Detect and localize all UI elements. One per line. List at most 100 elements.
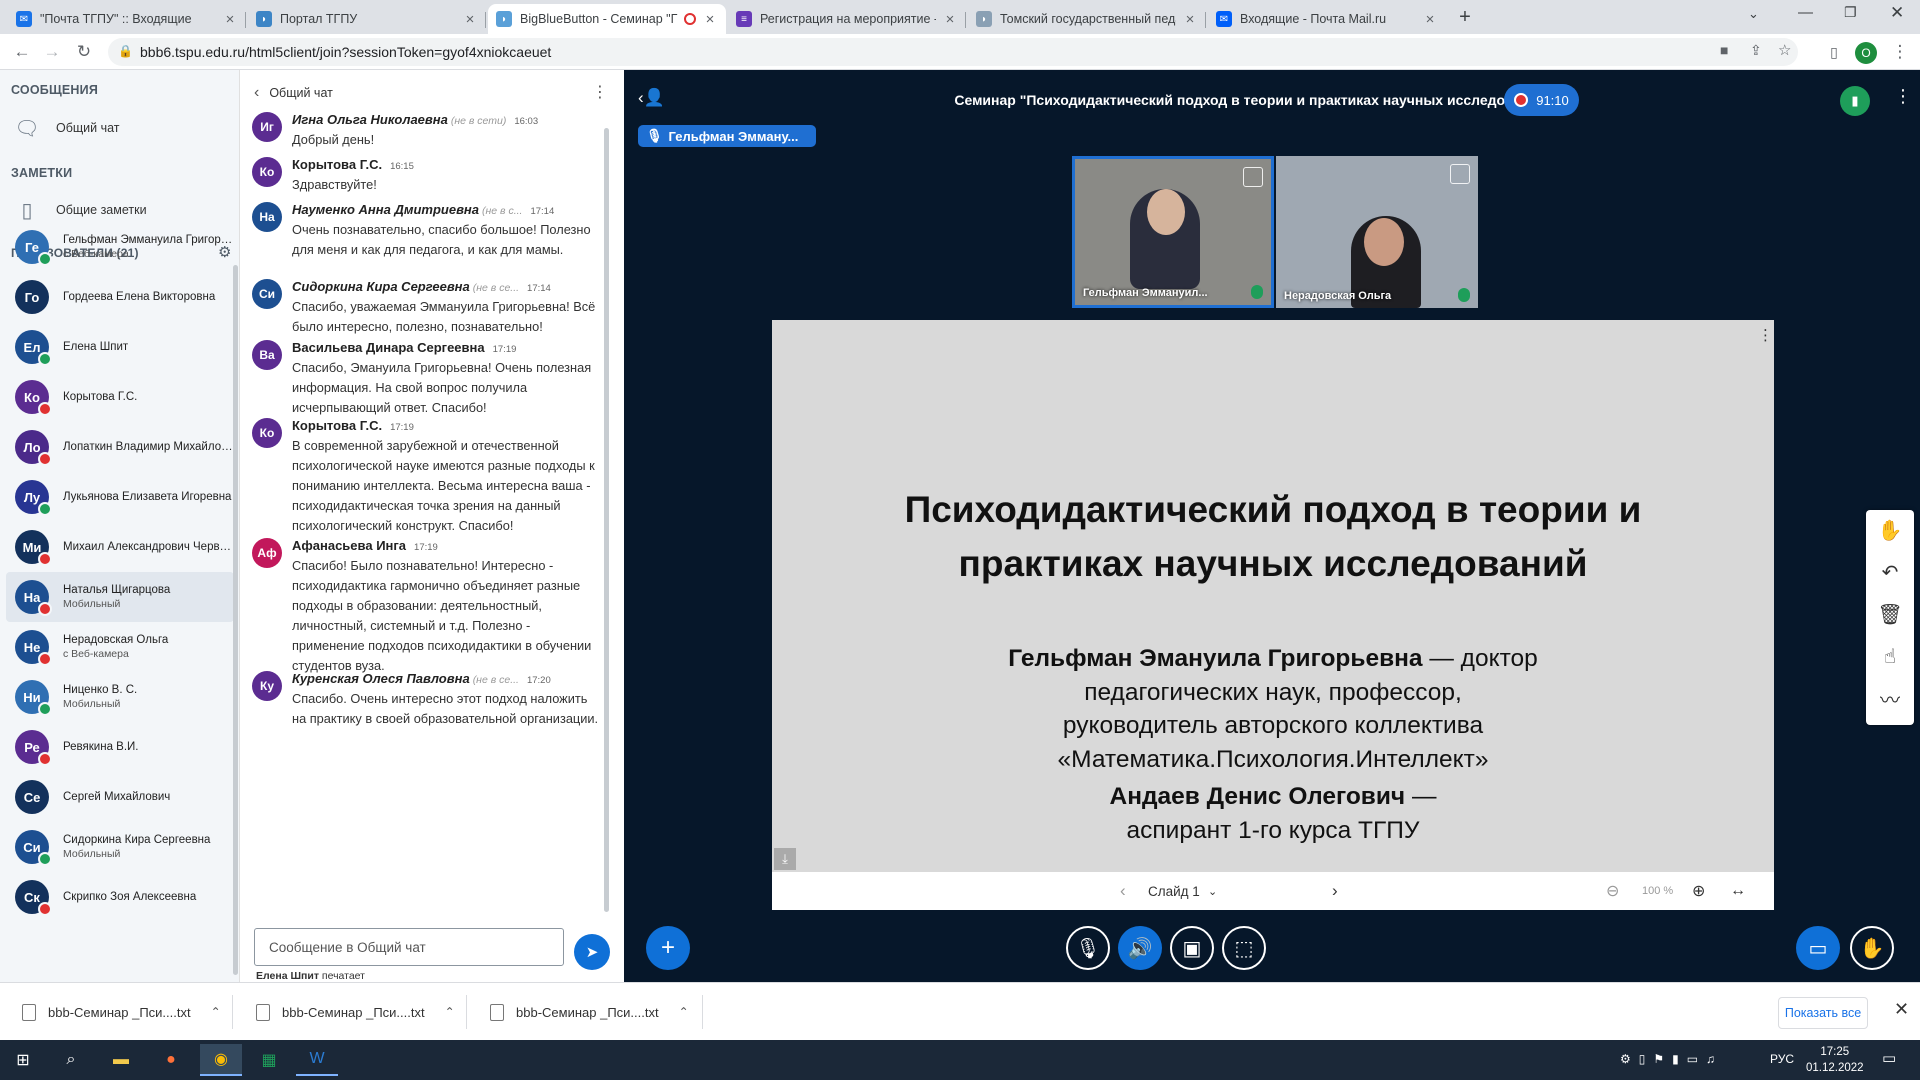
back-icon[interactable]: ← xyxy=(10,40,34,64)
chat-scrollbar[interactable] xyxy=(604,128,609,912)
file-explorer-icon[interactable]: ▬ xyxy=(100,1044,142,1076)
user-list-item[interactable]: Ел Елена Шпит xyxy=(6,322,234,372)
tab-search-icon[interactable]: ⌄ xyxy=(1748,6,1759,22)
show-all-downloads-button[interactable]: Показать все xyxy=(1778,997,1868,1029)
user-list-item[interactable]: Лу Лукьянова Елизавета Игоревна xyxy=(6,472,234,522)
user-list-item[interactable]: Не Нерадовская Ольга с Веб-камера xyxy=(6,622,234,672)
firefox-icon[interactable]: ● xyxy=(150,1044,192,1076)
slide-options-icon[interactable]: ⋮ xyxy=(1758,326,1773,344)
user-list-item[interactable]: На Наталья Щигарцова Мобильный xyxy=(6,572,234,622)
address-bar[interactable]: 🔒 bbb6.tspu.edu.ru/html5client/join?sess… xyxy=(108,38,1798,66)
recording-time: 91:10 xyxy=(1536,92,1569,108)
reload-icon[interactable]: ↻ xyxy=(72,40,96,64)
user-list-item[interactable]: Ло Лопаткин Владимир Михайлов... xyxy=(6,422,234,472)
system-clock[interactable]: 17:25 01.12.2022 xyxy=(1806,1044,1864,1076)
pencil-line-icon[interactable]: 〰 xyxy=(1878,686,1902,712)
presentation-toggle-button[interactable]: ▭ xyxy=(1796,926,1840,970)
chevron-left-icon[interactable]: ‹ xyxy=(254,84,259,102)
chevron-down-icon[interactable]: ⌄ xyxy=(1208,885,1217,898)
minimize-window-icon[interactable]: — xyxy=(1798,4,1813,21)
close-tab-icon[interactable]: × xyxy=(1422,11,1438,28)
download-item[interactable]: bbb-Семинар _Пси....txt ⌃ xyxy=(22,983,221,1041)
share-screen-button[interactable]: ⬚ xyxy=(1222,926,1266,970)
download-item[interactable]: bbb-Семинар _Пси....txt ⌃ xyxy=(256,983,455,1041)
browser-tab[interactable]: ✉ "Почта ТГПУ" :: Входящие × xyxy=(8,4,246,34)
user-list-item[interactable]: Се Сергей Михайлович xyxy=(6,772,234,822)
close-tab-icon[interactable]: × xyxy=(222,11,238,28)
undo-icon[interactable]: ↶ xyxy=(1878,560,1902,584)
options-menu-icon[interactable]: ⋮ xyxy=(1894,86,1912,107)
actions-plus-button[interactable]: + xyxy=(646,926,690,970)
zoom-in-icon[interactable]: ⊕ xyxy=(1692,881,1705,901)
hand-pan-icon[interactable]: ✋ xyxy=(1878,518,1903,542)
public-chat-item[interactable]: 🗨 Общий чат xyxy=(14,115,119,141)
multi-user-icon[interactable]: ☝ xyxy=(1878,644,1902,668)
previous-slide-icon[interactable]: ‹ xyxy=(1120,881,1126,901)
send-message-button[interactable]: ➤ xyxy=(574,934,610,970)
shared-notes-item[interactable]: ▯ Общие заметки xyxy=(14,197,146,223)
close-tab-icon[interactable]: × xyxy=(462,11,478,28)
fit-width-icon[interactable]: ↔ xyxy=(1730,882,1746,900)
side-panel-icon[interactable]: ▯ xyxy=(1822,40,1846,64)
raise-hand-button[interactable]: ✋ xyxy=(1850,926,1894,970)
user-list-item[interactable]: Ми Михаил Александрович Черво... xyxy=(6,522,234,572)
next-slide-icon[interactable]: › xyxy=(1332,881,1338,901)
excel-icon[interactable]: ▦ xyxy=(248,1044,290,1076)
typing-suffix: печатает xyxy=(318,970,365,982)
close-downloads-icon[interactable]: ✕ xyxy=(1894,999,1909,1020)
chat-header[interactable]: ‹ Общий чат xyxy=(254,84,333,102)
user-list-item[interactable]: Ни Ниценко В. С. Мобильный xyxy=(6,672,234,722)
chat-message-input[interactable]: Сообщение в Общий чат xyxy=(254,928,564,966)
leave-audio-button[interactable]: 🔊 xyxy=(1118,926,1162,970)
search-icon[interactable]: ⌕ xyxy=(50,1044,92,1076)
notifications-icon[interactable]: ▭ xyxy=(1882,1049,1896,1067)
webcam-video-tile[interactable]: Гельфман Эммануил... xyxy=(1072,156,1274,308)
close-window-icon[interactable]: ✕ xyxy=(1890,3,1904,23)
download-item[interactable]: bbb-Семинар _Пси....txt ⌃ xyxy=(490,983,689,1041)
new-tab-button[interactable]: + xyxy=(1452,6,1478,32)
recording-button[interactable]: 91:10 xyxy=(1504,84,1579,116)
user-list-item[interactable]: Ко Корытова Г.С. xyxy=(6,372,234,422)
share-webcam-button[interactable]: ▣ xyxy=(1170,926,1214,970)
connection-status-icon[interactable]: ▮ xyxy=(1840,86,1870,116)
fullscreen-icon[interactable] xyxy=(1243,167,1263,187)
user-list-item[interactable]: Го Гордеева Елена Викторовна xyxy=(6,272,234,322)
browser-menu-icon[interactable]: ⋮ xyxy=(1888,40,1912,64)
close-tab-icon[interactable]: × xyxy=(1182,11,1198,28)
browser-tab[interactable]: ◗ Портал ТГПУ × xyxy=(248,4,486,34)
browser-tab[interactable]: ≡ Регистрация на мероприятие - × xyxy=(728,4,966,34)
slide-selector[interactable]: Слайд 1 xyxy=(1148,884,1200,899)
profile-avatar[interactable]: O xyxy=(1855,42,1877,64)
zoom-out-icon[interactable]: ⊖ xyxy=(1606,881,1619,901)
restore-window-icon[interactable]: ❐ xyxy=(1844,4,1857,21)
user-list-item[interactable]: Ге Гельфман Эммануила Григорь... с Веб-кам… xyxy=(6,222,234,272)
user-list-item[interactable]: Ск Скрипко Зоя Алексеевна xyxy=(6,872,234,922)
browser-tab[interactable]: ✉ Входящие - Почта Mail.ru × xyxy=(1208,4,1446,34)
clear-trash-icon[interactable]: 🗑 xyxy=(1877,602,1902,626)
chevron-up-icon[interactable]: ⌃ xyxy=(211,1005,221,1019)
user-list-item[interactable]: Ре Ревякина В.И. xyxy=(6,722,234,772)
browser-tab-active[interactable]: ◗ BigBlueButton - Семинар "Г × xyxy=(488,4,726,34)
fullscreen-icon[interactable] xyxy=(1450,164,1470,184)
toggle-user-list-icon[interactable]: ‹👤 xyxy=(638,88,665,108)
chat-options-icon[interactable]: ⋮ xyxy=(592,82,608,102)
share-icon[interactable]: ⇪ xyxy=(1750,42,1762,59)
mute-mic-button[interactable]: 🎙 xyxy=(1066,926,1110,970)
chevron-up-icon[interactable]: ⌃ xyxy=(445,1005,455,1019)
chevron-up-icon[interactable]: ⌃ xyxy=(679,1005,689,1019)
user-list-item[interactable]: Си Сидоркина Кира Сергеевна Мобильный xyxy=(6,822,234,872)
browser-tab[interactable]: ◗ Томский государственный педа × xyxy=(968,4,1206,34)
system-tray-icons[interactable]: ⚙▯⚑▮▭♫ xyxy=(1620,1052,1723,1066)
close-tab-icon[interactable]: × xyxy=(942,11,958,28)
windows-start-icon[interactable]: ⊞ xyxy=(2,1044,44,1076)
webcam-video-tile[interactable]: Нерадовская Ольга xyxy=(1276,156,1478,308)
camera-in-use-icon[interactable]: ■ xyxy=(1720,42,1728,58)
chrome-icon[interactable]: ◉ xyxy=(200,1044,242,1076)
download-presentation-icon[interactable]: ⤓ xyxy=(774,848,796,870)
bookmark-star-icon[interactable]: ☆ xyxy=(1778,41,1791,59)
forward-icon[interactable]: → xyxy=(40,40,64,64)
user-list-scrollbar[interactable] xyxy=(233,265,238,975)
word-icon[interactable]: W xyxy=(296,1044,338,1076)
input-language[interactable]: РУС xyxy=(1770,1052,1794,1066)
close-tab-icon[interactable]: × xyxy=(702,11,718,28)
